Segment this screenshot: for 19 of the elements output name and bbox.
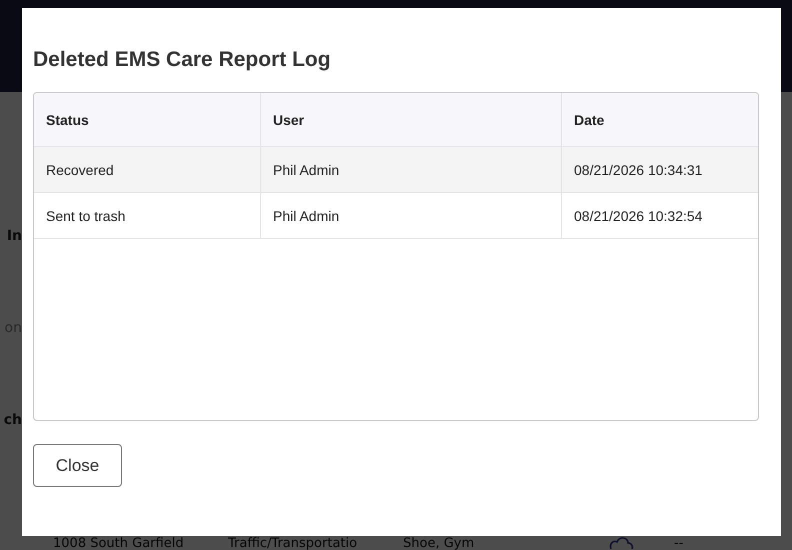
table-cell: Phil Admin xyxy=(261,193,562,238)
table-cell-text: 1008 South Garfield xyxy=(52,536,185,550)
table-cell-text: 08/21/2026 10:34:31 xyxy=(573,160,704,180)
table-cell-text: Traffic/Transportatio xyxy=(228,536,358,550)
table-cell-text: 08/21/2026 10:32:54 xyxy=(573,206,704,226)
background-text: In xyxy=(6,227,22,246)
background-text: ch xyxy=(2,411,22,430)
table-row[interactable]: Sent to trash Phil Admin 08/21/2026 10:32:54 xyxy=(34,193,758,239)
table-cell: Phil Admin xyxy=(261,147,562,192)
column-header: Date xyxy=(573,110,606,130)
table-cell-text: Shoe, Gym xyxy=(403,536,476,550)
column-header: User xyxy=(261,93,562,146)
column-header: Status xyxy=(34,93,261,146)
table-cell-text: -- xyxy=(674,536,684,550)
table-row[interactable]: Recovered Phil Admin 08/21/2026 10:34:31 xyxy=(34,147,758,193)
close-button[interactable]: Close xyxy=(33,444,122,487)
table-cell: Sent to trash xyxy=(34,193,261,238)
table-cell: Recovered xyxy=(34,147,261,192)
dialog-title: Deleted EMS Care Report Log xyxy=(33,48,332,72)
